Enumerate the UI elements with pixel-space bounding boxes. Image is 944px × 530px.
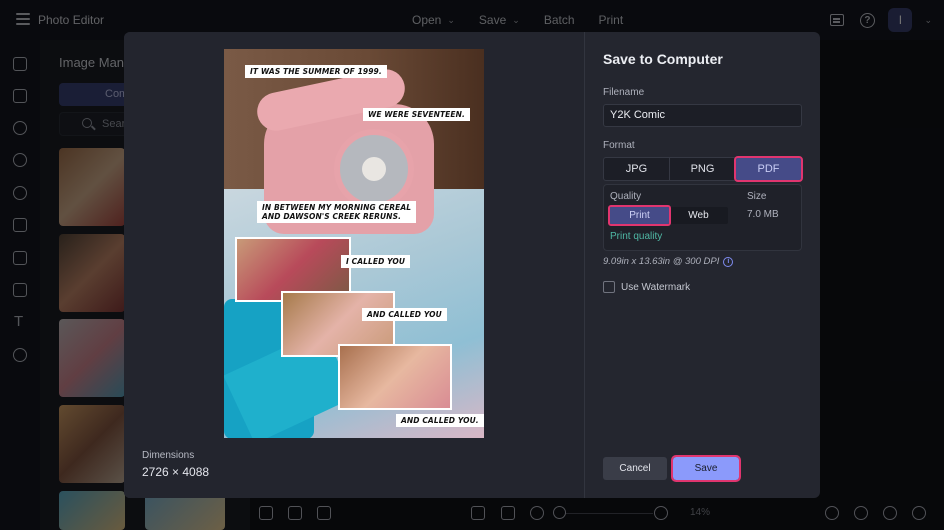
size-label: Size xyxy=(747,191,767,202)
quality-print-button[interactable]: Print xyxy=(608,205,671,226)
save-settings: Save to Computer Filename Y2K Comic Form… xyxy=(585,32,820,498)
preview-pane: IT WAS THE SUMMER OF 1999. WE WERE SEVEN… xyxy=(124,32,585,498)
comic-caption-line: AND DAWSON'S CREEK RERUNS. xyxy=(262,212,402,221)
comic-caption: AND CALLED YOU xyxy=(362,308,447,321)
cancel-button[interactable]: Cancel xyxy=(603,457,667,480)
comic-caption: I CALLED YOU xyxy=(341,255,411,268)
save-dialog: IT WAS THE SUMMER OF 1999. WE WERE SEVEN… xyxy=(124,32,820,498)
watermark-label: Use Watermark xyxy=(621,281,691,293)
quality-web-button[interactable]: Web xyxy=(669,207,728,224)
dialog-title: Save to Computer xyxy=(603,51,723,67)
filename-label: Filename xyxy=(603,87,645,98)
comic-caption: IT WAS THE SUMMER OF 1999. xyxy=(245,65,387,78)
format-png-button[interactable]: PNG xyxy=(670,158,736,180)
watermark-checkbox[interactable] xyxy=(603,281,615,293)
quality-toggle: Print Web xyxy=(608,205,728,226)
format-pdf-button[interactable]: PDF xyxy=(734,156,803,182)
format-jpg-button[interactable]: JPG xyxy=(604,158,670,180)
comic-caption-block: IN BETWEEN MY MORNING CEREAL AND DAWSON'… xyxy=(257,201,417,223)
comic-caption: AND CALLED YOU. xyxy=(396,414,484,427)
quality-section: Quality Size 7.0 MB Print Web Print qual… xyxy=(603,184,802,251)
info-icon[interactable]: i xyxy=(723,256,734,267)
format-selector: JPG PNG PDF xyxy=(603,156,803,182)
save-button[interactable]: Save xyxy=(671,455,741,482)
size-value: 7.0 MB xyxy=(747,209,779,220)
format-label: Format xyxy=(603,140,635,151)
dimensions-value: 2726 × 4088 xyxy=(142,465,210,479)
comic-panel-3 xyxy=(338,344,452,410)
comic-phone-dial xyxy=(334,129,414,209)
dpi-text: 9.09in x 13.63in @ 300 DPI xyxy=(603,256,720,267)
watermark-option[interactable]: Use Watermark xyxy=(603,281,690,293)
comic-preview: IT WAS THE SUMMER OF 1999. WE WERE SEVEN… xyxy=(224,49,484,438)
comic-caption: WE WERE SEVENTEEN. xyxy=(363,108,470,121)
filename-input[interactable]: Y2K Comic xyxy=(603,104,802,127)
photo-editor-app: Photo Editor Open⌄ Save⌄ Batch Print ? I… xyxy=(0,0,944,530)
dpi-info: 9.09in x 13.63in @ 300 DPI i xyxy=(603,256,734,267)
quality-label: Quality xyxy=(610,191,642,202)
quality-description: Print quality xyxy=(610,231,663,242)
comic-caption-line: IN BETWEEN MY MORNING CEREAL xyxy=(262,203,412,212)
dimensions-label: Dimensions xyxy=(142,450,195,461)
